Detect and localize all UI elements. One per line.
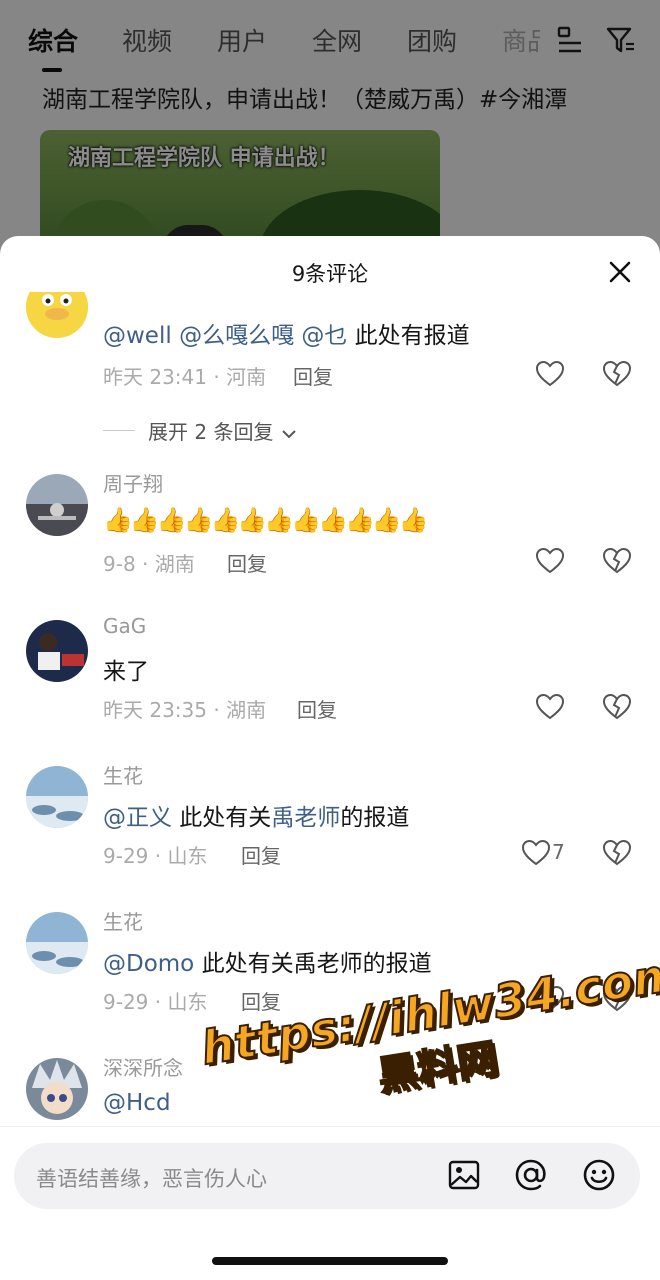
mention-link[interactable]: @正义	[103, 805, 172, 831]
comment-text: @Domo 此处有关禹老师的报道	[103, 944, 432, 978]
like-count: 7	[552, 840, 565, 864]
comment-time-location: 9-29 · 山东	[103, 844, 208, 868]
home-indicator[interactable]	[212, 1257, 448, 1265]
comment-item: GaG 来了 昨天 23:35 · 湖南 回复	[0, 614, 660, 754]
avatar[interactable]	[26, 766, 88, 828]
broken-heart-icon[interactable]	[600, 837, 634, 867]
comment-time-location: 9-8 · 湖南	[103, 552, 195, 576]
heart-icon[interactable]	[520, 837, 552, 867]
avatar-anime-image	[26, 1058, 88, 1120]
comment-text: @Hcd	[103, 1090, 171, 1116]
avatar-car-image	[26, 474, 88, 536]
expand-divider	[103, 430, 135, 431]
mention-link[interactable]: @Hcd	[103, 1090, 171, 1116]
reply-button[interactable]: 回复	[297, 694, 337, 723]
comment-meta: 昨天 23:41 · 河南	[103, 361, 266, 390]
comment-item: @well @么嘎么嘎 @乜 此处有报道 昨天 23:41 · 河南 回复	[0, 292, 660, 436]
avatar[interactable]	[26, 1058, 88, 1120]
comment-text: @正义 此处有关禹老师的报道	[103, 798, 409, 832]
expand-replies-button[interactable]: 展开 2 条回复	[148, 416, 298, 445]
expand-replies-label: 展开 2 条回复	[148, 420, 274, 444]
reply-button[interactable]: 回复	[241, 986, 281, 1015]
comment-item: 周子翔 👍👍👍👍👍👍👍👍👍👍👍👍 9-8 · 湖南 回复	[0, 468, 660, 608]
avatar-person-image	[26, 620, 88, 682]
avatar[interactable]	[26, 292, 88, 338]
heart-icon[interactable]	[534, 983, 566, 1013]
comment-count-title: 9条评论	[291, 262, 369, 286]
comment-input-bar: 善语结善缘，恶言伤人心	[0, 1126, 660, 1280]
comment-username[interactable]: GaG	[103, 614, 146, 638]
comment-input[interactable]: 善语结善缘，恶言伤人心	[14, 1143, 640, 1209]
mention-link[interactable]: @么嘎么嘎	[179, 323, 294, 349]
mention-link[interactable]: @well	[103, 323, 172, 349]
comment-input-placeholder: 善语结善缘，恶言伤人心	[36, 1167, 267, 1191]
comment-text: 👍👍👍👍👍👍👍👍👍👍👍👍	[103, 506, 429, 534]
comment-username[interactable]: 生花	[103, 906, 143, 935]
comment-item: 深深所念 @Hcd	[0, 1052, 660, 1124]
comment-meta: 9-8 · 湖南	[103, 548, 195, 577]
avatar[interactable]	[26, 620, 88, 682]
chevron-down-icon	[282, 429, 296, 438]
mention-link[interactable]: @Domo	[103, 951, 194, 977]
comment-meta: 昨天 23:35 · 湖南	[103, 694, 266, 723]
avatar[interactable]	[26, 474, 88, 536]
close-icon[interactable]	[604, 256, 636, 288]
comment-username[interactable]: 周子翔	[103, 468, 163, 497]
comment-text-segment: 此处有报道	[347, 323, 470, 349]
avatar-ice-image	[26, 912, 88, 974]
mention-link[interactable]: @乜	[301, 323, 347, 349]
broken-heart-icon[interactable]	[600, 358, 634, 388]
comment-text: 来了	[103, 652, 149, 686]
heart-icon[interactable]	[534, 545, 566, 575]
comment-item: 生花 @Domo 此处有关禹老师的报道 9-29 · 山东 回复	[0, 906, 660, 1046]
comment-time-location: 昨天 23:35 · 湖南	[103, 698, 267, 722]
comment-text-segment: 此处有关禹老师的报道	[194, 951, 432, 977]
avatar-ice-image	[26, 766, 88, 828]
comment-time-location: 9-29 · 山东	[103, 990, 208, 1014]
avatar[interactable]	[26, 912, 88, 974]
comment-item: 生花 @正义 此处有关禹老师的报道 9-29 · 山东 回复 7	[0, 760, 660, 900]
reply-button[interactable]: 回复	[241, 840, 281, 869]
broken-heart-icon[interactable]	[600, 691, 634, 721]
comment-sheet: 9条评论 @well @么嘎么嘎 @乜 此处有报道 昨天 23:41 · 河南	[0, 236, 660, 1280]
comment-text-segment: 👍👍👍👍👍👍👍👍👍👍👍👍	[103, 506, 429, 534]
broken-heart-icon[interactable]	[600, 983, 634, 1013]
image-icon[interactable]	[446, 1157, 482, 1193]
broken-heart-icon[interactable]	[600, 545, 634, 575]
emoji-icon[interactable]	[581, 1157, 617, 1193]
avatar-duck-image	[26, 292, 88, 338]
comment-username[interactable]: 深深所念	[103, 1052, 183, 1081]
reply-button[interactable]: 回复	[293, 361, 333, 390]
comment-list[interactable]: @well @么嘎么嘎 @乜 此处有报道 昨天 23:41 · 河南 回复 展开…	[0, 292, 660, 1124]
comment-text-segment	[172, 323, 179, 349]
comment-text-segment: 的报道	[340, 805, 410, 831]
comment-time-location: 昨天 23:41 · 河南	[103, 365, 267, 389]
comment-username[interactable]: 生花	[103, 760, 143, 789]
at-icon[interactable]	[513, 1157, 549, 1193]
mention-link[interactable]: 禹老师	[271, 805, 340, 831]
heart-icon[interactable]	[534, 358, 566, 388]
comment-text-segment: 来了	[103, 659, 149, 685]
comment-text: @well @么嘎么嘎 @乜 此处有报道	[103, 316, 470, 350]
comment-meta: 9-29 · 山东	[103, 986, 207, 1015]
heart-icon[interactable]	[534, 691, 566, 721]
reply-button[interactable]: 回复	[227, 548, 267, 577]
comment-text-segment: 此处有关	[172, 805, 272, 831]
comment-meta: 9-29 · 山东	[103, 840, 207, 869]
